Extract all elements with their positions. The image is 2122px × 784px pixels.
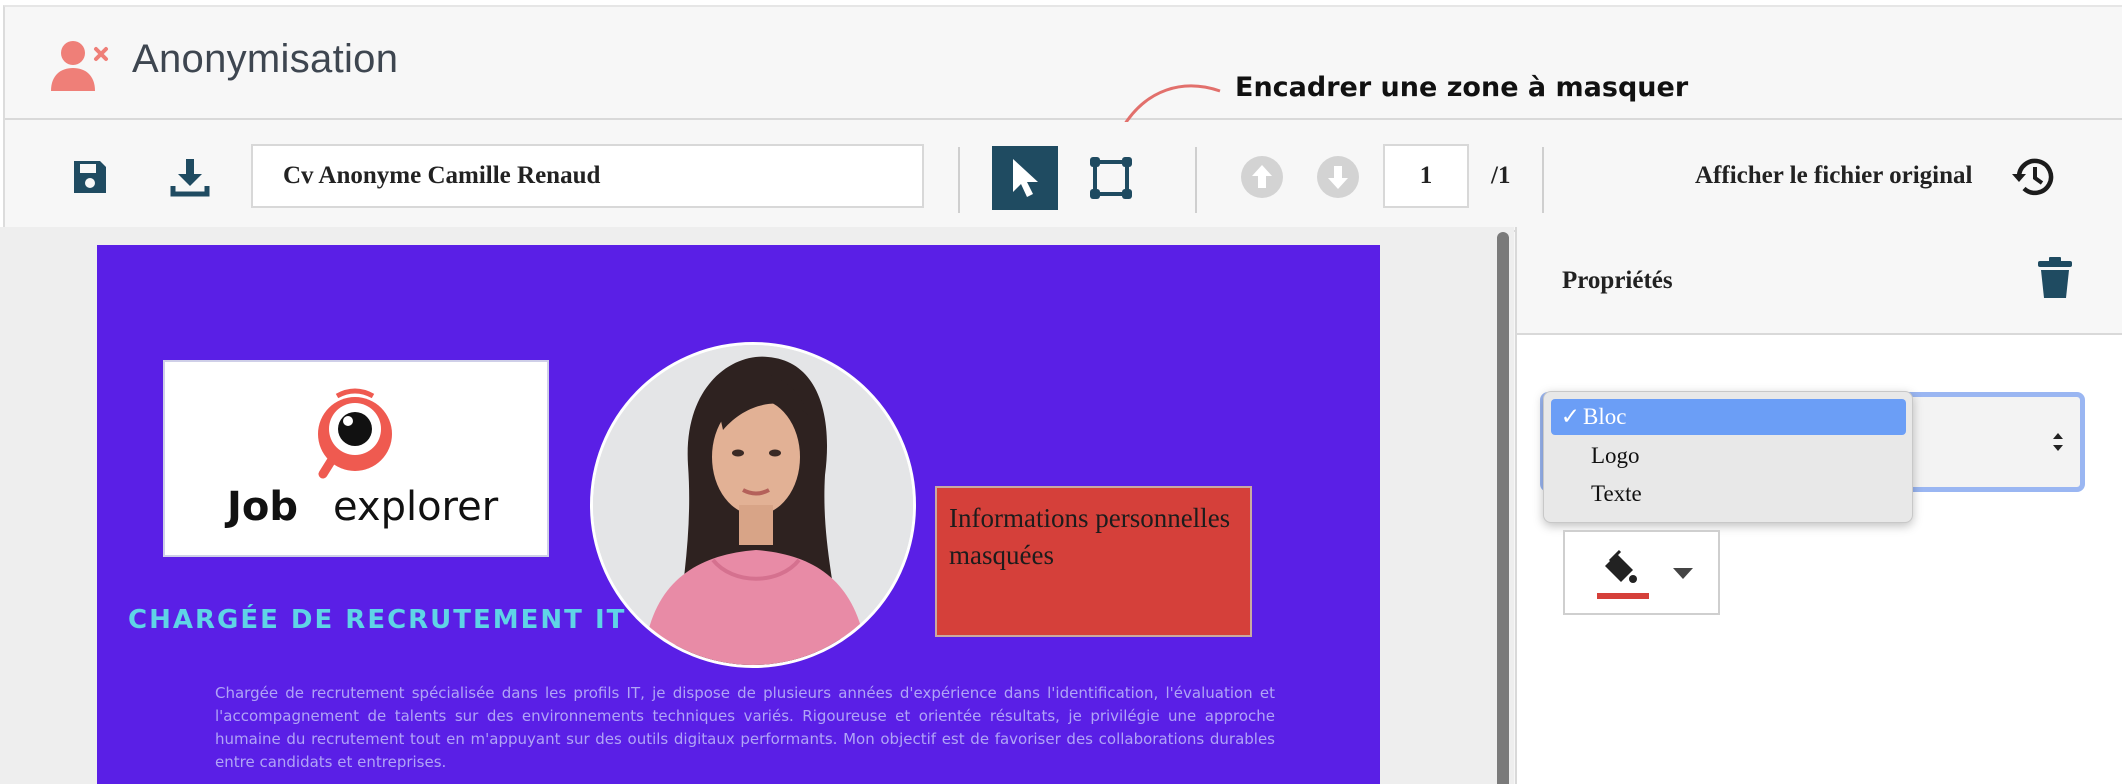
download-icon	[170, 159, 210, 197]
show-original-button[interactable]: Afficher le fichier original	[1695, 162, 1972, 190]
cv-description: Chargée de recrutement spécialisée dans …	[215, 684, 1275, 771]
cv-job-title: CHARGÉE DE RECRUTEMENT IT	[128, 605, 627, 635]
company-logo[interactable]: Job explorer	[163, 360, 549, 557]
logo-text-explorer: explorer	[333, 484, 499, 530]
app: Anonymisation Encadrer une zone à masque…	[0, 0, 2122, 784]
next-page-button[interactable]	[1313, 152, 1363, 202]
toolbar-divider	[1542, 147, 1544, 213]
page-number-input[interactable]	[1383, 144, 1469, 208]
trash-icon	[2038, 257, 2072, 298]
fill-color-picker[interactable]	[1563, 530, 1720, 615]
toolbar-divider	[1195, 147, 1197, 213]
history-button[interactable]	[2007, 150, 2061, 204]
person-photo	[593, 345, 913, 665]
page-total: /1	[1491, 162, 1511, 189]
select-tool-button[interactable]	[992, 146, 1058, 210]
cursor-icon	[1013, 159, 1038, 197]
rectangle-select-icon	[1090, 157, 1132, 199]
draw-rectangle-tool-button[interactable]	[1078, 146, 1144, 210]
select-chevrons-icon	[2053, 433, 2063, 451]
option-texte[interactable]: Texte	[1551, 476, 1906, 512]
arrow-down-circle-icon	[1317, 156, 1359, 198]
zone-type-dropdown: ✓ Bloc Logo Texte	[1543, 391, 1913, 523]
header: Anonymisation	[5, 7, 2122, 120]
download-button[interactable]	[165, 152, 215, 202]
option-bloc-label: Bloc	[1583, 404, 1627, 429]
arrow-up-circle-icon	[1241, 156, 1283, 198]
history-icon	[2012, 158, 2054, 196]
previous-page-button[interactable]	[1237, 152, 1287, 202]
cv-document-page[interactable]: Job explorer Informations personnelles m…	[97, 245, 1380, 784]
check-icon: ✓	[1560, 404, 1580, 429]
delete-zone-button[interactable]	[2037, 256, 2073, 300]
properties-header: Propriétés	[1517, 227, 2122, 335]
job-explorer-logo: Job explorer	[224, 388, 499, 530]
toolbar: /1 Afficher le fichier original	[5, 122, 2122, 232]
document-name-input[interactable]	[251, 144, 924, 208]
save-button[interactable]	[65, 152, 115, 202]
paint-bucket-icon	[1597, 549, 1693, 599]
logo-text-job: Job	[224, 484, 298, 530]
user-remove-icon	[51, 41, 108, 91]
option-logo[interactable]: Logo	[1551, 438, 1906, 474]
viewer-scrollbar[interactable]	[1497, 232, 1509, 784]
option-bloc[interactable]: ✓ Bloc	[1551, 399, 1906, 435]
annotation-label: Encadrer une zone à masquer	[1235, 72, 1689, 103]
properties-title: Propriétés	[1562, 267, 1673, 294]
save-icon	[74, 161, 106, 193]
masked-zone[interactable]: Informations personnelles masquées	[935, 486, 1252, 637]
toolbar-divider	[958, 147, 960, 213]
page-title: Anonymisation	[132, 37, 399, 81]
profile-photo[interactable]	[590, 342, 916, 668]
